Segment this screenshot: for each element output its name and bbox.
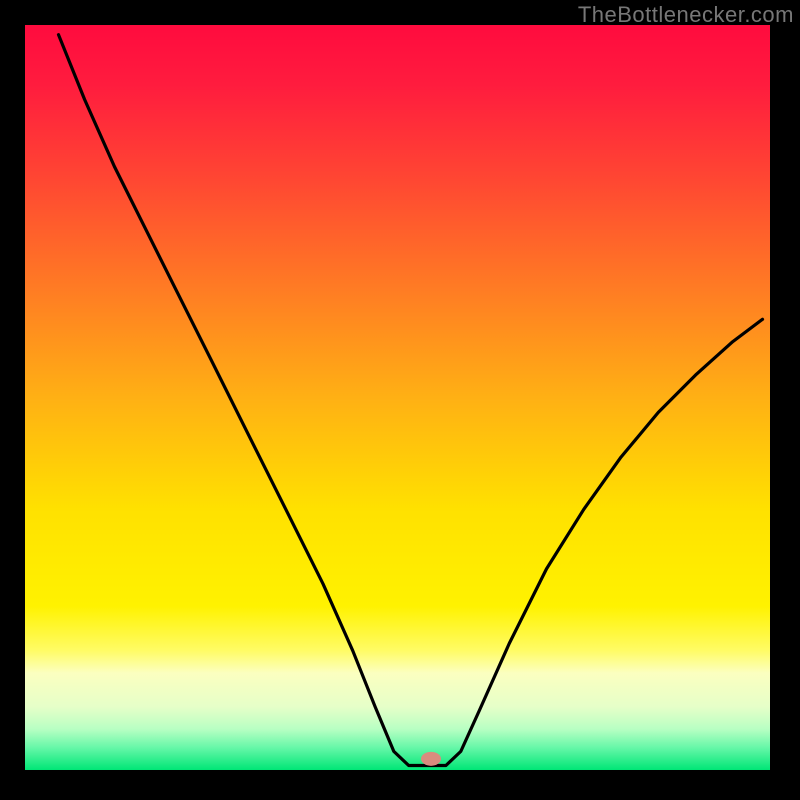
bottleneck-chart	[0, 0, 800, 800]
plot-background	[25, 25, 770, 770]
optimum-marker	[421, 752, 441, 766]
watermark-text: TheBottlenecker.com	[578, 2, 794, 28]
chart-frame: TheBottlenecker.com	[0, 0, 800, 800]
